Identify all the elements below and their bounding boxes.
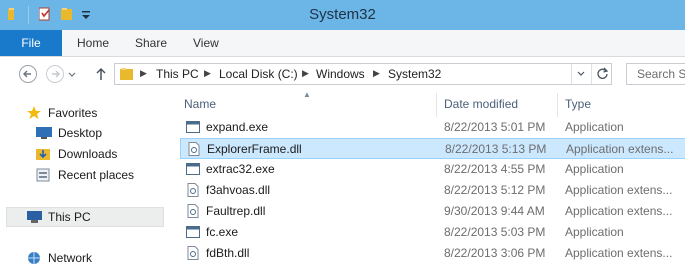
search-input[interactable]: Search Sy xyxy=(626,63,685,85)
breadcrumb-separator-icon[interactable]: ▶ xyxy=(302,68,309,79)
exe-icon xyxy=(186,121,200,133)
tab-view[interactable]: View xyxy=(193,30,219,56)
back-button[interactable] xyxy=(19,65,37,83)
file-row[interactable]: ExplorerFrame.dll 8/22/2013 5:13 PM Appl… xyxy=(180,138,685,159)
breadcrumb-local-disk[interactable]: Local Disk (C:) xyxy=(219,67,298,81)
file-row[interactable]: f3ahvoas.dll 8/22/2013 5:12 PM Applicati… xyxy=(180,180,685,201)
back-arrow-icon xyxy=(23,70,31,78)
breadcrumb-system32[interactable]: System32 xyxy=(388,67,441,81)
column-divider[interactable] xyxy=(436,93,437,117)
window-title: System32 xyxy=(309,6,376,23)
downloads-icon xyxy=(36,149,50,160)
file-type: Application extens... xyxy=(566,142,674,156)
file-date: 8/22/2013 5:13 PM xyxy=(445,142,547,156)
tab-share[interactable]: Share xyxy=(135,30,167,56)
file-date: 8/22/2013 5:03 PM xyxy=(444,225,546,239)
file-date: 8/22/2013 4:55 PM xyxy=(444,162,546,176)
file-type: Application extens... xyxy=(565,246,673,260)
address-separator xyxy=(591,64,592,84)
file-name: fdBth.dll xyxy=(206,246,250,260)
nav-item-favorites[interactable]: Favorites xyxy=(0,103,172,123)
dll-icon xyxy=(187,183,199,197)
recent-places-icon xyxy=(36,168,50,182)
column-divider[interactable] xyxy=(557,93,558,117)
nav-label: Recent places xyxy=(58,168,135,182)
file-name: Faultrep.dll xyxy=(206,204,266,218)
nav-label: Network xyxy=(48,251,93,265)
forward-button[interactable] xyxy=(46,65,64,83)
nav-label: Desktop xyxy=(58,126,103,140)
file-type: Application extens... xyxy=(565,204,673,218)
breadcrumb-separator-icon[interactable]: ▶ xyxy=(373,68,380,79)
address-bar[interactable]: ▶ This PC ▶ Local Disk (C:) ▶ Windows ▶ … xyxy=(114,63,612,85)
ribbon-tabs: File Home Share View xyxy=(0,30,685,57)
file-row[interactable]: extrac32.exe 8/22/2013 4:55 PM Applicati… xyxy=(180,159,685,180)
dll-icon xyxy=(188,142,200,156)
sort-ascending-icon: ▲ xyxy=(303,90,311,99)
exe-icon xyxy=(186,226,200,238)
file-name: f3ahvoas.dll xyxy=(206,183,271,197)
file-list: ▲ Name Date modified Type expand.exe 8/2… xyxy=(172,90,685,265)
breadcrumb-this-pc[interactable]: This PC xyxy=(156,67,199,81)
file-type: Application xyxy=(565,162,624,176)
address-row: ▶ This PC ▶ Local Disk (C:) ▶ Windows ▶ … xyxy=(0,57,685,91)
nav-label: Downloads xyxy=(58,147,118,161)
breadcrumb-separator-icon[interactable]: ▶ xyxy=(204,68,211,79)
tab-file[interactable]: File xyxy=(0,30,62,56)
dll-icon xyxy=(187,246,199,260)
column-name[interactable]: Name xyxy=(184,97,216,111)
file-date: 8/22/2013 3:06 PM xyxy=(444,246,546,260)
file-row[interactable]: fc.exe 8/22/2013 5:03 PM Application xyxy=(180,222,685,243)
file-type: Application xyxy=(565,225,624,239)
column-date-modified[interactable]: Date modified xyxy=(444,97,518,111)
tab-home[interactable]: Home xyxy=(77,30,109,56)
breadcrumb-separator-icon[interactable]: ▶ xyxy=(140,68,147,79)
file-name: extrac32.exe xyxy=(206,162,275,176)
nav-item-downloads[interactable]: Downloads xyxy=(0,144,172,164)
nav-item-network[interactable]: Network xyxy=(0,248,172,268)
file-date: 8/22/2013 5:12 PM xyxy=(444,183,546,197)
refresh-icon[interactable] xyxy=(596,67,609,80)
file-name: fc.exe xyxy=(206,225,239,239)
network-icon xyxy=(28,252,40,264)
exe-icon xyxy=(186,163,200,175)
file-name: ExplorerFrame.dll xyxy=(207,142,302,156)
nav-item-this-pc[interactable]: This PC xyxy=(6,207,164,227)
breadcrumb-windows[interactable]: Windows xyxy=(316,67,365,81)
address-separator xyxy=(571,64,572,84)
file-row[interactable]: fdBth.dll 8/22/2013 3:06 PM Application … xyxy=(180,243,685,264)
dll-icon xyxy=(187,204,199,218)
file-row[interactable]: expand.exe 8/22/2013 5:01 PM Application xyxy=(180,117,685,138)
folder-icon xyxy=(120,68,133,80)
file-name: expand.exe xyxy=(206,120,269,134)
file-date: 8/22/2013 5:01 PM xyxy=(444,120,546,134)
file-type: Application xyxy=(565,120,624,134)
forward-arrow-icon xyxy=(52,70,60,78)
nav-item-recent-places[interactable]: Recent places xyxy=(0,165,172,185)
search-placeholder: Search Sy xyxy=(637,67,685,81)
file-row[interactable]: Faultrep.dll 9/30/2013 9:44 AM Applicati… xyxy=(180,201,685,222)
column-type[interactable]: Type xyxy=(565,97,591,111)
address-dropdown-icon[interactable] xyxy=(576,70,586,78)
nav-item-desktop[interactable]: Desktop xyxy=(0,123,172,143)
title-bar: System32 xyxy=(0,0,685,30)
up-arrow-icon[interactable] xyxy=(94,66,108,82)
recent-locations-chevron-icon[interactable] xyxy=(67,71,77,79)
desktop-icon xyxy=(36,127,52,139)
file-date: 9/30/2013 9:44 AM xyxy=(444,204,545,218)
file-type: Application extens... xyxy=(565,183,673,197)
nav-label: This PC xyxy=(48,210,91,224)
navigation-pane: Favorites Desktop Downloads Recent place… xyxy=(0,91,172,265)
nav-label: Favorites xyxy=(48,106,98,120)
star-icon xyxy=(27,106,41,119)
computer-icon xyxy=(27,211,42,223)
column-header-row: ▲ Name Date modified Type xyxy=(172,90,685,117)
